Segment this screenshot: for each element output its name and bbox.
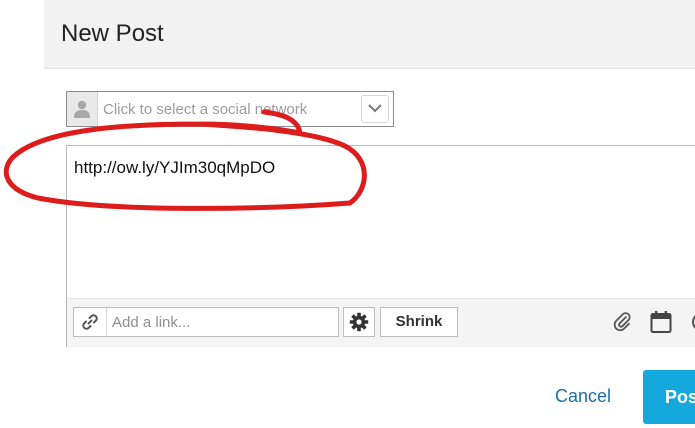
link-settings-button[interactable] [343,307,375,337]
cancel-button[interactable]: Cancel [555,386,611,407]
calendar-icon[interactable] [650,310,672,334]
add-link-field[interactable] [73,307,339,337]
dropdown-toggle[interactable] [361,95,389,123]
user-icon [74,100,90,118]
post-button[interactable]: Post [643,370,695,424]
social-network-select[interactable]: Click to select a social network [66,91,394,127]
avatar [67,92,98,126]
gear-icon [349,312,369,332]
chevron-down-icon [368,104,382,113]
message-text[interactable]: http://ow.ly/YJIm30qMpDO [74,158,275,178]
composer-toolbar: Shrink [67,298,695,347]
header: New Post [44,0,695,69]
paperclip-icon[interactable] [612,310,632,334]
add-link-input[interactable] [112,311,332,333]
message-composer[interactable]: http://ow.ly/YJIm30qMpDO Add a link... S… [66,145,695,347]
more-options-icon[interactable] [689,310,695,334]
page-title: New Post [61,20,164,47]
link-icon-box [74,308,107,336]
shrink-button[interactable]: Shrink [380,307,458,337]
social-network-placeholder: Click to select a social network [103,101,308,118]
link-icon [82,314,98,330]
new-post-page: New Post Click to select a social networ… [0,0,695,428]
